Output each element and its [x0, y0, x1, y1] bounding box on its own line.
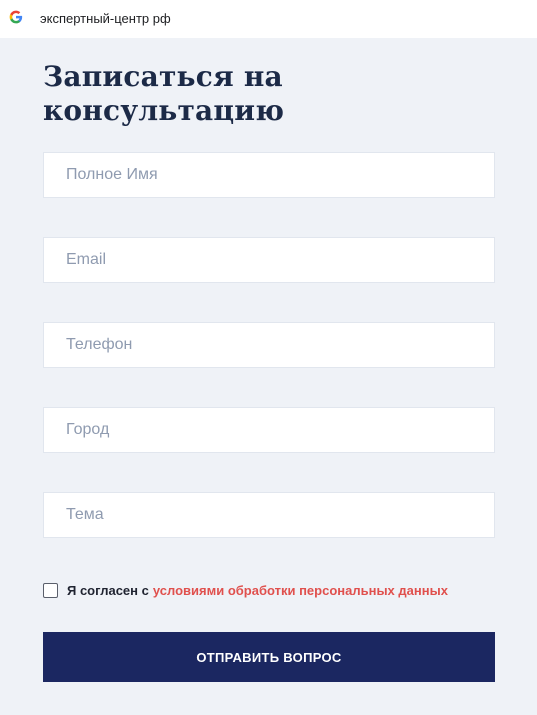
- email-input[interactable]: [43, 237, 495, 283]
- site-title: экспертный-центр рф: [40, 11, 171, 26]
- privacy-terms-link[interactable]: условиями обработки персональных данных: [153, 583, 448, 598]
- submit-button[interactable]: ОТПРАВИТЬ ВОПРОС: [43, 632, 495, 682]
- city-input[interactable]: [43, 407, 495, 453]
- form-title: Записаться на консультацию: [43, 60, 285, 127]
- consent-row: Я согласен с условиями обработки персона…: [43, 581, 448, 599]
- consent-text: Я согласен с: [67, 582, 149, 598]
- site-header: экспертный-центр рф: [0, 0, 537, 38]
- phone-input[interactable]: [43, 322, 495, 368]
- consent-checkbox[interactable]: [43, 582, 58, 598]
- google-g-icon: [9, 10, 23, 24]
- full-name-input[interactable]: [43, 152, 495, 198]
- topic-input[interactable]: [43, 492, 495, 538]
